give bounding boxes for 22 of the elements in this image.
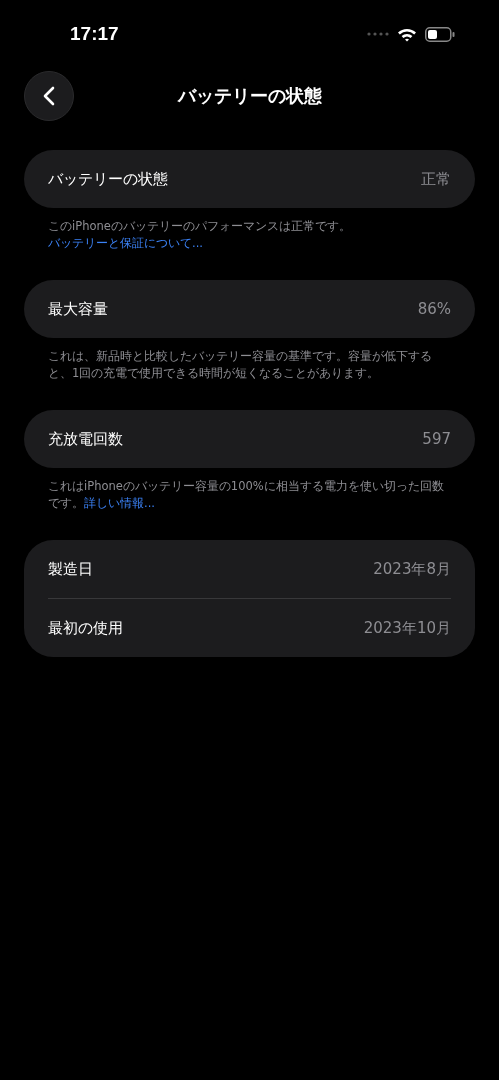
row-value: 2023年8月 xyxy=(373,559,451,579)
section-footer: このiPhoneのバッテリーのパフォーマンスは正常です。 バッテリーと保証について... xyxy=(24,218,475,252)
row-label: 充放電回数 xyxy=(48,429,123,449)
status-time: 17:17 xyxy=(70,23,119,45)
row-value: 86% xyxy=(417,300,451,318)
battery-icon xyxy=(425,26,455,42)
wifi-icon xyxy=(397,26,417,42)
row-value: 2023年10月 xyxy=(363,618,451,638)
row-label: 最初の使用 xyxy=(48,618,123,638)
row-value: 597 xyxy=(422,430,451,448)
info-link[interactable]: バッテリーと保証について... xyxy=(48,236,203,250)
back-button[interactable] xyxy=(24,71,74,121)
section-footer: これは、新品時と比較したバッテリー容量の基準です。容量が低下すると、1回の充電で使用できる時間が短くなることがあります。 xyxy=(24,348,475,382)
row-value: 正常 xyxy=(421,169,451,189)
row-label: 製造日 xyxy=(48,559,93,579)
row-label: バッテリーの状態 xyxy=(48,169,168,189)
page-title: バッテリーの状態 xyxy=(177,84,322,108)
signal-icon xyxy=(367,32,389,36)
chevron-left-icon xyxy=(43,86,55,106)
row-label: 最大容量 xyxy=(48,299,108,319)
section-footer: これはiPhoneのバッテリー容量の100%に相当する電力を使い切った回数です。詳しい情報... xyxy=(24,478,475,512)
info-link[interactable]: 詳しい情報... xyxy=(84,496,155,510)
